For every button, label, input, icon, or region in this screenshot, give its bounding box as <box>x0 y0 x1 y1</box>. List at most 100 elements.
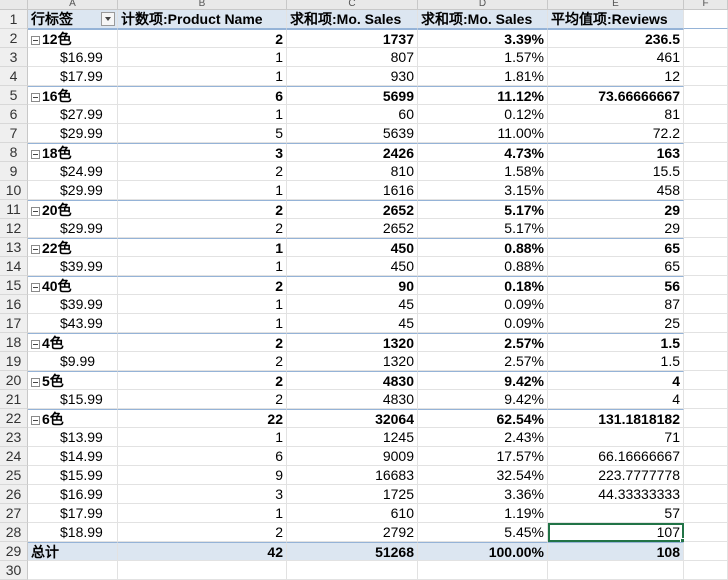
count-cell[interactable]: 2 <box>118 162 287 181</box>
row-label[interactable]: $29.99 <box>28 219 118 238</box>
collapse-icon[interactable] <box>31 339 40 349</box>
reviews-cell[interactable]: 4 <box>548 390 684 409</box>
row-header[interactable]: 11 <box>0 200 28 219</box>
avg-reviews-header[interactable]: 平均值项:Reviews <box>548 10 684 29</box>
empty-cell[interactable] <box>684 466 728 485</box>
reviews-cell[interactable]: 1.5 <box>548 333 684 352</box>
sales-cell[interactable]: 45 <box>287 314 418 333</box>
count-cell[interactable]: 2 <box>118 219 287 238</box>
empty-cell[interactable] <box>684 485 728 504</box>
sales-cell[interactable]: 807 <box>287 48 418 67</box>
count-cell[interactable]: 6 <box>118 447 287 466</box>
count-cell[interactable]: 1 <box>118 238 287 257</box>
row-header[interactable]: 1 <box>0 10 28 29</box>
row-label[interactable]: $29.99 <box>28 181 118 200</box>
row-header[interactable]: 22 <box>0 409 28 428</box>
reviews-cell[interactable]: 458 <box>548 181 684 200</box>
reviews-cell[interactable]: 163 <box>548 143 684 162</box>
sales-pct-cell[interactable]: 0.88% <box>418 238 548 257</box>
sales-pct-cell[interactable]: 100.00% <box>418 542 548 561</box>
empty-cell[interactable] <box>684 238 728 257</box>
reviews-cell[interactable]: 107 <box>548 523 684 542</box>
empty-cell[interactable] <box>684 162 728 181</box>
count-cell[interactable]: 1 <box>118 105 287 124</box>
count-cell[interactable]: 2 <box>118 371 287 390</box>
sum-sales-header[interactable]: 求和项:Mo. Sales <box>287 10 418 29</box>
row-label[interactable]: $39.99 <box>28 257 118 276</box>
sales-pct-cell[interactable]: 3.39% <box>418 29 548 48</box>
reviews-cell[interactable]: 4 <box>548 371 684 390</box>
row-header[interactable]: 16 <box>0 295 28 314</box>
sales-cell[interactable]: 16683 <box>287 466 418 485</box>
row-header[interactable]: 4 <box>0 67 28 86</box>
sales-pct-cell[interactable]: 0.12% <box>418 105 548 124</box>
reviews-cell[interactable]: 66.16666667 <box>548 447 684 466</box>
sales-cell[interactable]: 610 <box>287 504 418 523</box>
reviews-cell[interactable]: 1.5 <box>548 352 684 371</box>
count-cell[interactable]: 2 <box>118 523 287 542</box>
reviews-cell[interactable]: 25 <box>548 314 684 333</box>
sales-pct-cell[interactable]: 3.36% <box>418 485 548 504</box>
reviews-cell[interactable]: 29 <box>548 219 684 238</box>
row-header[interactable]: 24 <box>0 447 28 466</box>
row-label[interactable]: $39.99 <box>28 295 118 314</box>
sales-pct-cell[interactable]: 1.19% <box>418 504 548 523</box>
sales-pct-cell[interactable]: 32.54% <box>418 466 548 485</box>
collapse-icon[interactable] <box>31 35 40 45</box>
empty-cell[interactable] <box>684 542 728 561</box>
empty-cell[interactable] <box>684 428 728 447</box>
count-cell[interactable]: 1 <box>118 314 287 333</box>
reviews-cell[interactable]: 29 <box>548 200 684 219</box>
empty-cell[interactable] <box>684 504 728 523</box>
row-header[interactable]: 28 <box>0 523 28 542</box>
row-label[interactable]: 18色 <box>28 143 118 162</box>
column-header-c[interactable]: C <box>287 0 418 10</box>
sales-cell[interactable]: 1320 <box>287 333 418 352</box>
sales-cell[interactable]: 90 <box>287 276 418 295</box>
sales-cell[interactable]: 2792 <box>287 523 418 542</box>
sales-pct-cell[interactable]: 17.57% <box>418 447 548 466</box>
row-label[interactable]: 12色 <box>28 29 118 48</box>
count-cell[interactable]: 9 <box>118 466 287 485</box>
row-label[interactable]: $27.99 <box>28 105 118 124</box>
sales-cell[interactable]: 5639 <box>287 124 418 143</box>
count-cell[interactable]: 2 <box>118 390 287 409</box>
sales-cell[interactable]: 1245 <box>287 428 418 447</box>
row-header[interactable]: 14 <box>0 257 28 276</box>
count-cell[interactable]: 6 <box>118 86 287 105</box>
filter-dropdown-icon[interactable] <box>101 12 115 26</box>
row-header[interactable]: 9 <box>0 162 28 181</box>
row-label[interactable]: $14.99 <box>28 447 118 466</box>
row-label[interactable]: $18.99 <box>28 523 118 542</box>
row-header[interactable]: 25 <box>0 466 28 485</box>
row-label[interactable]: 总计 <box>28 542 118 561</box>
row-header[interactable]: 5 <box>0 86 28 105</box>
row-label[interactable]: $13.99 <box>28 428 118 447</box>
empty-cell[interactable] <box>684 86 728 105</box>
sales-pct-cell[interactable]: 0.18% <box>418 276 548 295</box>
row-header[interactable]: 21 <box>0 390 28 409</box>
sales-pct-cell[interactable]: 2.43% <box>418 428 548 447</box>
sales-pct-cell[interactable]: 62.54% <box>418 409 548 428</box>
row-header[interactable]: 17 <box>0 314 28 333</box>
sales-pct-cell[interactable]: 11.12% <box>418 86 548 105</box>
row-header[interactable]: 23 <box>0 428 28 447</box>
sales-cell[interactable]: 1725 <box>287 485 418 504</box>
sales-pct-cell[interactable]: 5.17% <box>418 200 548 219</box>
sum-sales-pct-header[interactable]: 求和项:Mo. Sales <box>418 10 548 29</box>
row-label[interactable]: 16色 <box>28 86 118 105</box>
sales-cell[interactable]: 930 <box>287 67 418 86</box>
count-cell[interactable]: 42 <box>118 542 287 561</box>
empty-cell[interactable] <box>684 523 728 542</box>
row-label[interactable]: $15.99 <box>28 390 118 409</box>
empty-cell[interactable] <box>684 48 728 67</box>
sales-cell[interactable]: 810 <box>287 162 418 181</box>
row-header[interactable]: 26 <box>0 485 28 504</box>
row-header[interactable]: 13 <box>0 238 28 257</box>
row-header[interactable]: 20 <box>0 371 28 390</box>
sales-cell[interactable]: 51268 <box>287 542 418 561</box>
count-cell[interactable]: 5 <box>118 124 287 143</box>
count-cell[interactable]: 1 <box>118 67 287 86</box>
column-header-f[interactable]: F <box>684 0 728 10</box>
empty-cell[interactable] <box>684 276 728 295</box>
